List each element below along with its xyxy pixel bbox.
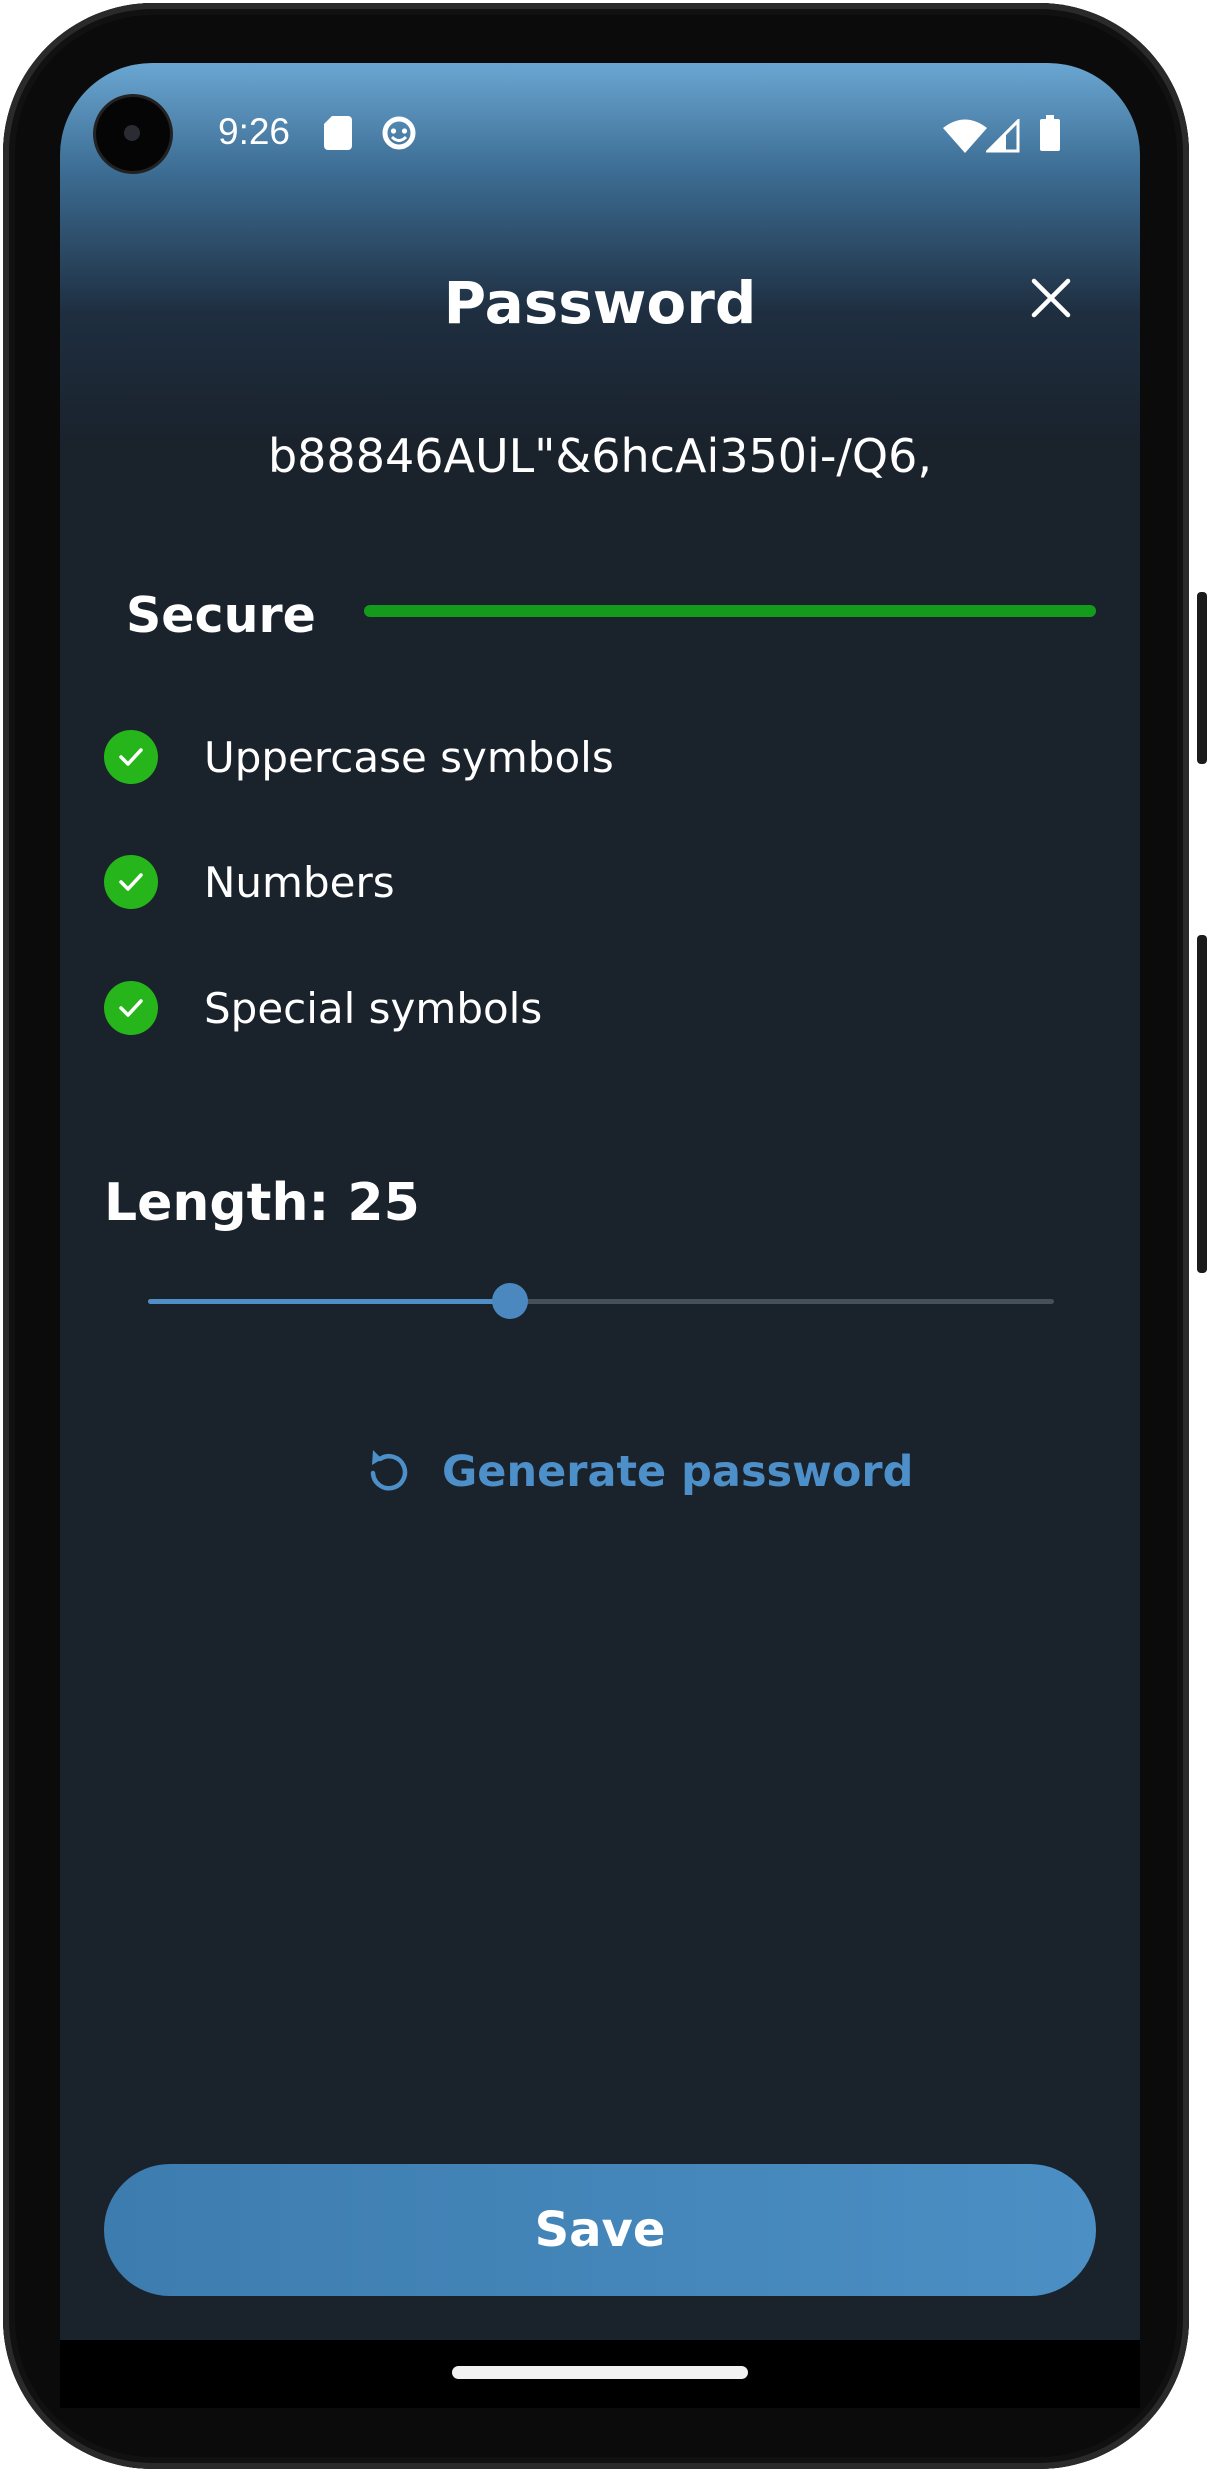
check-icon [104, 730, 158, 784]
status-time: 9:26 [218, 111, 291, 152]
generate-password-button[interactable]: Generate password [360, 1435, 913, 1509]
save-button-label: Save [534, 2202, 666, 2258]
refresh-icon [370, 1450, 408, 1491]
face-icon [382, 116, 416, 150]
criteria-label: Special symbols [204, 983, 543, 1033]
signal-icon [986, 119, 1020, 153]
strength-meter-fill [364, 605, 1096, 617]
close-icon [1031, 278, 1071, 318]
close-button[interactable] [1018, 265, 1084, 331]
check-icon [104, 981, 158, 1035]
check-icon [104, 855, 158, 909]
slider-thumb[interactable] [492, 1283, 529, 1319]
save-button[interactable]: Save [104, 2164, 1096, 2296]
criteria-item-special: Special symbols [104, 978, 542, 1038]
criteria-item-numbers: Numbers [104, 852, 395, 912]
strength-meter [364, 605, 1096, 617]
front-camera [96, 97, 170, 171]
criteria-label: Uppercase symbols [204, 732, 614, 782]
wifi-icon [943, 119, 987, 153]
volume-button [1197, 592, 1207, 764]
slider-active-track [148, 1299, 511, 1304]
dialog-title: Password [443, 269, 757, 337]
length-slider[interactable] [148, 1283, 1054, 1319]
criteria-item-uppercase: Uppercase symbols [104, 727, 614, 787]
length-label: Length: 25 [104, 1173, 420, 1233]
strength-label: Secure [126, 587, 316, 644]
home-indicator[interactable] [452, 2366, 748, 2379]
criteria-label: Numbers [204, 857, 395, 907]
power-button [1197, 935, 1207, 1273]
screen: 9:26 Password b88846AUL"&6hcAi350i-/Q6, … [60, 63, 1140, 2340]
battery-icon [1040, 115, 1060, 151]
generate-password-label: Generate password [442, 1447, 914, 1497]
generated-password[interactable]: b88846AUL"&6hcAi350i-/Q6, [60, 429, 1140, 483]
sd-card-icon [324, 116, 352, 150]
